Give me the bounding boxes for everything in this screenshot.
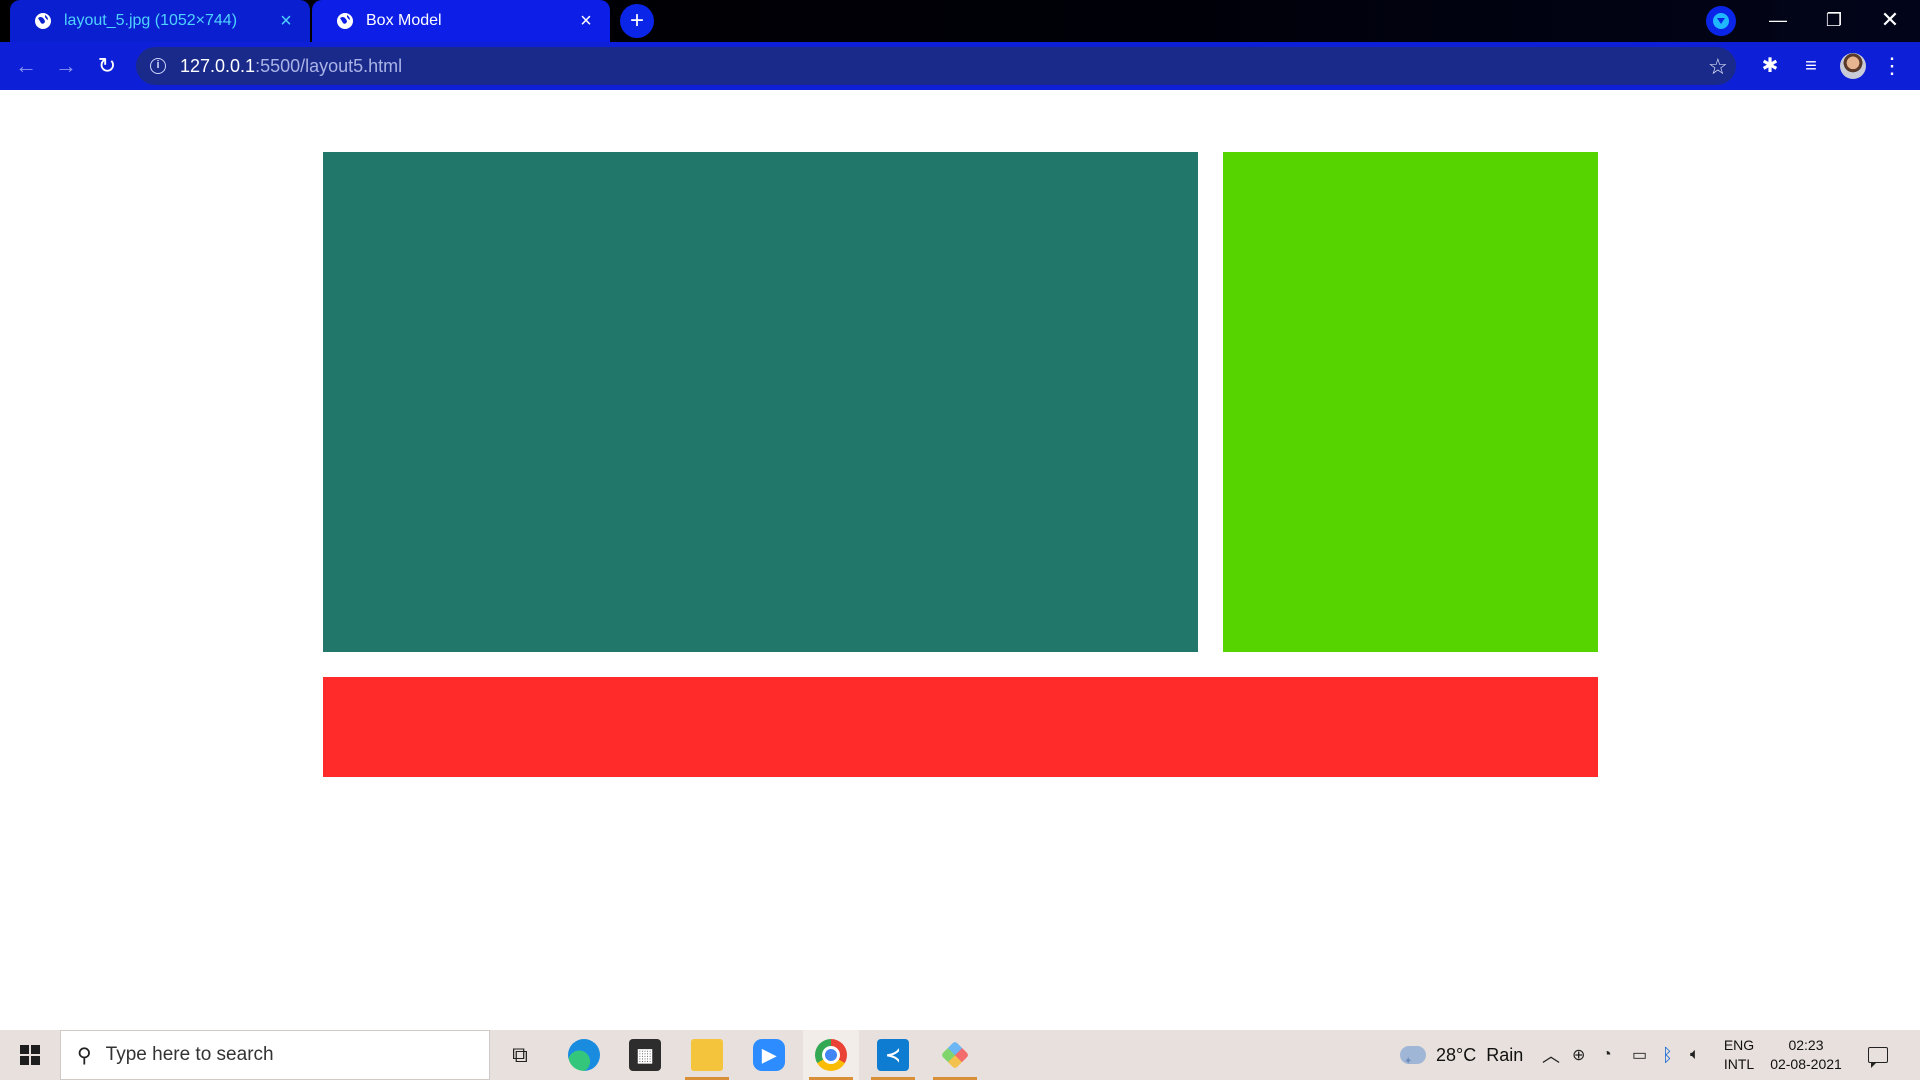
reload-button[interactable]: ↻ [91, 50, 123, 82]
tab-title: Box Model [366, 12, 442, 29]
input-language[interactable]: ENG INTL [1722, 1036, 1756, 1074]
chevron-down-icon [1713, 13, 1729, 29]
volume-icon[interactable]: 🔈︎ [1690, 1030, 1700, 1080]
system-clock[interactable]: 02:23 02-08-2021 [1764, 1036, 1848, 1074]
taskbar: ⚲ Type here to search ⧉ ▦ ▶ ≺ 28°C Rain … [0, 1030, 1920, 1080]
close-tab-icon[interactable]: × [276, 11, 296, 31]
globe-icon [35, 13, 51, 29]
close-tab-icon[interactable]: × [576, 11, 596, 31]
task-view-icon: ⧉ [512, 1042, 528, 1067]
file-explorer-taskbar-app[interactable] [679, 1030, 735, 1080]
restore-button[interactable]: ❐ [1806, 0, 1862, 42]
edge-taskbar-app[interactable] [556, 1030, 612, 1080]
menu-icon[interactable]: ⋮ [1878, 52, 1906, 80]
edge-icon [568, 1039, 600, 1071]
media-control-icon[interactable]: ≡ [1797, 52, 1825, 80]
avatar[interactable] [1840, 53, 1866, 79]
tab-layout-image[interactable]: layout_5.jpg (1052×744) × [10, 0, 310, 42]
tab-box-model[interactable]: Box Model × [312, 0, 610, 42]
windows-logo-icon [20, 1045, 40, 1065]
address-bar[interactable]: i 127.0.0.1:5500/layout5.html [136, 47, 1736, 85]
side-box [1223, 152, 1598, 652]
notification-icon [1868, 1047, 1888, 1068]
clock-date: 02-08-2021 [1770, 1056, 1842, 1072]
minimize-button[interactable]: — [1750, 0, 1806, 42]
clock-time: 02:23 [1788, 1037, 1824, 1053]
chrome-icon [815, 1039, 847, 1071]
git-icon [939, 1039, 971, 1071]
footer-box [323, 677, 1598, 777]
browser-toolbar: ← → ↻ i 127.0.0.1:5500/layout5.html ☆ ✱ … [0, 42, 1920, 90]
language-code: ENG [1723, 1037, 1755, 1053]
tab-title: layout_5.jpg (1052×744) [64, 12, 238, 29]
forward-button[interactable]: → [50, 50, 82, 82]
notification-center-button[interactable] [1864, 1041, 1892, 1069]
url-path: :5500/layout5.html [255, 55, 403, 76]
keyboard-layout: INTL [1723, 1056, 1755, 1072]
store-icon: ▦ [629, 1039, 661, 1071]
vscode-taskbar-app[interactable]: ≺ [865, 1030, 921, 1080]
rain-cloud-icon [1400, 1046, 1426, 1067]
git-taskbar-app[interactable] [927, 1030, 983, 1080]
tab-search-button[interactable] [1706, 6, 1736, 36]
wifi-icon[interactable]: ◔ [1602, 1030, 1612, 1080]
chrome-taskbar-app[interactable] [803, 1030, 859, 1080]
site-info-icon[interactable]: i [150, 58, 166, 74]
battery-icon[interactable]: ▭ [1632, 1030, 1647, 1080]
folder-icon [691, 1039, 723, 1071]
search-icon: ⚲ [77, 1044, 92, 1067]
zoom-camera-icon: ▶ [753, 1039, 785, 1071]
back-button[interactable]: ← [10, 50, 42, 82]
show-hidden-icons-chevron-up-icon[interactable]: ︿ [1542, 1030, 1560, 1080]
close-window-button[interactable]: ✕ [1862, 0, 1918, 42]
search-placeholder: Type here to search [105, 1044, 274, 1065]
bluetooth-icon[interactable]: ᛒ [1662, 1030, 1673, 1080]
new-tab-button[interactable]: + [620, 4, 654, 38]
vscode-icon: ≺ [877, 1039, 909, 1071]
extensions-icon[interactable]: ✱ [1756, 52, 1784, 80]
tab-strip: layout_5.jpg (1052×744) × Box Model × + … [0, 0, 1920, 42]
main-box [323, 152, 1198, 652]
weather-temperature: 28°C [1436, 1044, 1477, 1065]
bookmark-star-icon[interactable]: ☆ [1708, 54, 1728, 80]
store-taskbar-app[interactable]: ▦ [617, 1030, 673, 1080]
task-view-button[interactable]: ⧉ [492, 1030, 548, 1080]
start-button[interactable] [0, 1030, 60, 1080]
taskbar-search[interactable]: ⚲ Type here to search [60, 1030, 490, 1080]
zoom-taskbar-app[interactable]: ▶ [741, 1030, 797, 1080]
page-viewport [0, 90, 1920, 1030]
weather-condition: Rain [1486, 1044, 1524, 1065]
globe-icon [337, 13, 353, 29]
weather-widget[interactable]: 28°C Rain [1400, 1030, 1523, 1080]
network-globe-icon[interactable]: ⊕ [1572, 1030, 1585, 1080]
url-host: 127.0.0.1 [180, 55, 256, 76]
